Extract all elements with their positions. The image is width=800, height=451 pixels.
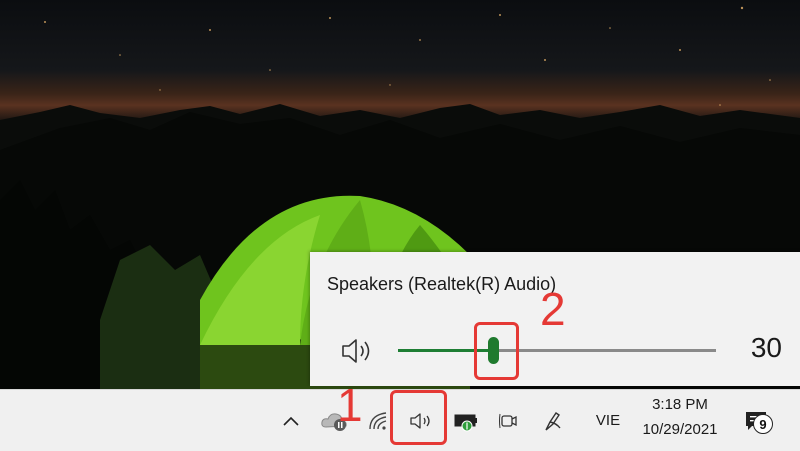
pen-icon <box>545 411 561 431</box>
volume-slider[interactable] <box>398 337 716 364</box>
input-language-label: VIE <box>595 412 621 429</box>
volume-value: 30 <box>750 332 782 363</box>
annotation-step-2: 2 <box>540 283 566 335</box>
speaker-mute-icon[interactable] <box>340 336 376 366</box>
chevron-up-icon <box>283 416 299 426</box>
annotation-box-slider <box>474 322 519 380</box>
clock-time: 3:18 PM <box>652 396 708 413</box>
annotation-box-volume-icon <box>390 390 447 445</box>
show-hidden-icons-button[interactable] <box>276 390 306 451</box>
battery-button[interactable] <box>450 390 482 451</box>
notification-count-badge: 9 <box>753 414 773 434</box>
meet-now-icon <box>499 413 517 428</box>
meet-now-button[interactable] <box>494 390 524 451</box>
wifi-icon <box>369 411 387 430</box>
input-language-button[interactable]: VIE <box>588 390 628 451</box>
clock-date: 10/29/2021 <box>642 421 718 438</box>
audio-device-name[interactable]: Speakers (Realtek(R) Audio) <box>327 274 556 295</box>
pen-workspace-button[interactable] <box>538 390 568 451</box>
annotation-step-1: 1 <box>337 379 363 431</box>
battery-icon <box>454 414 477 431</box>
